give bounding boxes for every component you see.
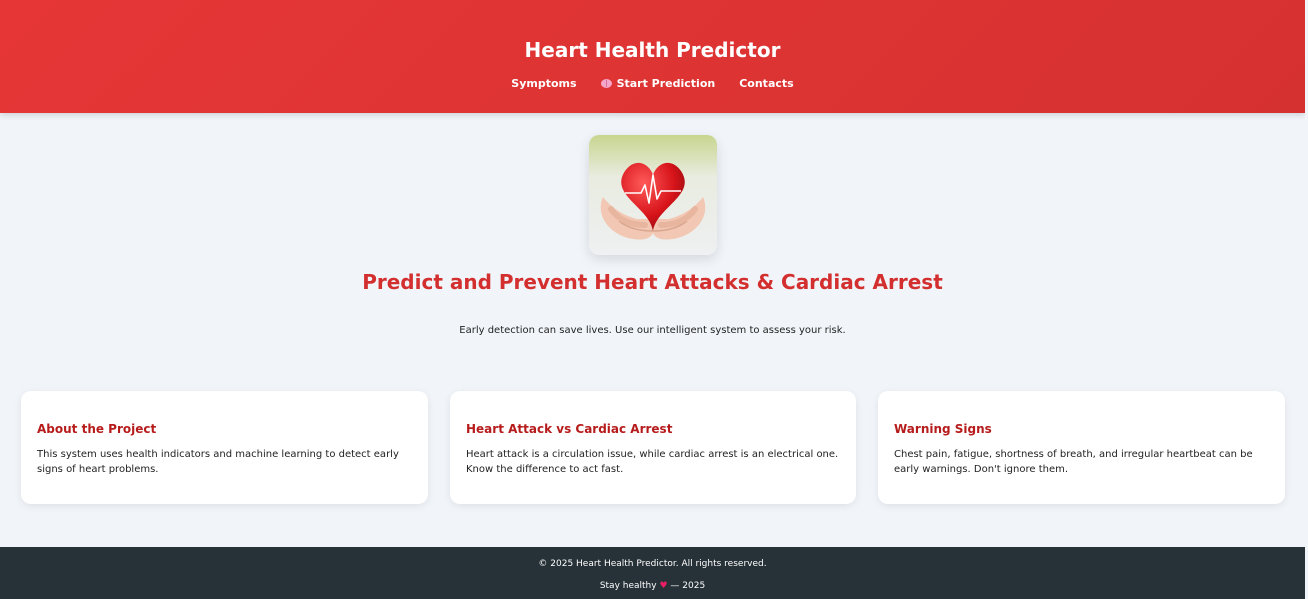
- main-nav: Symptoms Start Prediction Contacts: [0, 77, 1305, 90]
- tagline-suffix: — 2025: [670, 581, 706, 591]
- heart-icon: ♥: [659, 581, 668, 591]
- site-title: Heart Health Predictor: [524, 38, 781, 62]
- hero-heart-image: [589, 135, 717, 255]
- footer-copyright: © 2025 Heart Health Predictor. All right…: [538, 559, 767, 569]
- nav-symptoms[interactable]: Symptoms: [511, 77, 576, 90]
- nav-start-prediction[interactable]: Start Prediction: [600, 77, 716, 90]
- site-footer: © 2025 Heart Health Predictor. All right…: [0, 547, 1305, 599]
- card-text: Heart attack is a circulation issue, whi…: [466, 449, 839, 475]
- card-title: About the Project: [37, 422, 157, 436]
- card-about-project: About the Project This system uses healt…: [21, 391, 428, 504]
- site-header: Heart Health Predictor Symptoms Start Pr…: [0, 0, 1305, 113]
- hero-subtitle: Early detection can save lives. Use our …: [459, 325, 846, 336]
- hero-title: Predict and Prevent Heart Attacks & Card…: [362, 270, 943, 294]
- card-warning-signs: Warning Signs Chest pain, fatigue, short…: [878, 391, 1285, 504]
- heart-hands-illustration: [589, 135, 717, 255]
- nav-label: Start Prediction: [616, 77, 716, 90]
- brain-icon: [600, 79, 612, 88]
- card-heart-attack-vs-cardiac-arrest: Heart Attack vs Cardiac Arrest Heart att…: [450, 391, 856, 504]
- footer-tagline: Stay healthy ♥ — 2025: [0, 580, 1305, 592]
- card-title: Warning Signs: [894, 422, 992, 436]
- card-title: Heart Attack vs Cardiac Arrest: [466, 422, 673, 436]
- card-text: Chest pain, fatigue, shortness of breath…: [894, 449, 1253, 475]
- tagline-prefix: Stay healthy: [599, 581, 657, 591]
- nav-label: Symptoms: [511, 77, 577, 90]
- card-text: This system uses health indicators and m…: [37, 449, 399, 475]
- nav-label: Contacts: [739, 77, 794, 90]
- nav-contacts[interactable]: Contacts: [739, 77, 793, 90]
